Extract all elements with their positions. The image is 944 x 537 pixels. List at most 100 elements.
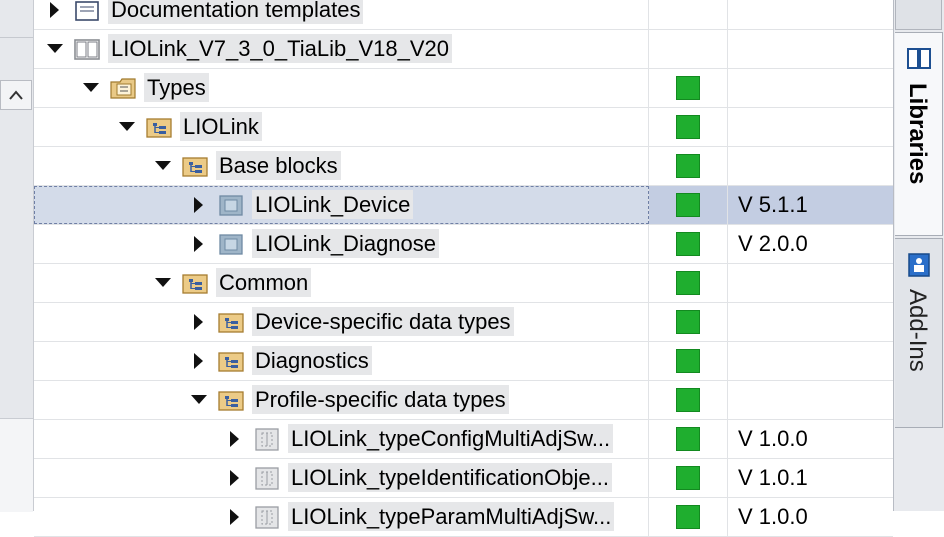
folder-icon: [180, 152, 210, 180]
left-lower-panel: [0, 418, 33, 512]
tree-name-cell[interactable]: LIOLink_typeConfigMultiAdjSw...: [34, 420, 649, 458]
tree-row[interactable]: LIOLink_Device V 5.1.1: [34, 186, 893, 225]
status-ok-icon: [676, 271, 700, 295]
tree-item-label: Common: [216, 268, 312, 297]
libraries-book-icon: [907, 48, 931, 69]
tree-row[interactable]: Types: [34, 69, 893, 108]
version-label: V 2.0.0: [738, 231, 808, 256]
tree-item-label: Profile-specific data types: [252, 385, 509, 414]
collapse-arrow-icon[interactable]: [190, 391, 208, 409]
version-cell: V 5.1.1: [728, 186, 893, 224]
expand-arrow-icon[interactable]: [190, 196, 208, 214]
version-label: V 1.0.0: [738, 426, 808, 451]
tree-row[interactable]: LIOLink: [34, 108, 893, 147]
library-tree: Documentation templates LIOLink_V7_3_0_Ti…: [34, 0, 893, 537]
status-ok-icon: [676, 505, 700, 529]
types-folder-icon: [108, 74, 138, 102]
version-label: V 1.0.1: [738, 465, 808, 490]
status-ok-icon: [676, 232, 700, 256]
status-cell: [649, 420, 728, 458]
tree-item-label: Types: [144, 73, 209, 102]
tree-name-cell[interactable]: LIOLink_typeParamMultiAdjSw...: [34, 498, 649, 536]
tree-name-cell[interactable]: Profile-specific data types: [34, 381, 649, 419]
tree-row[interactable]: Common: [34, 264, 893, 303]
status-cell: [649, 186, 728, 224]
status-cell: [649, 147, 728, 185]
task-card-tabs: Libraries Add-Ins: [893, 0, 944, 511]
tree-item-label: LIOLink_V7_3_0_TiaLib_V18_V20: [108, 34, 453, 63]
version-cell: V 2.0.0: [728, 225, 893, 263]
tree-row[interactable]: LIOLink_typeConfigMultiAdjSw... V 1.0.0: [34, 420, 893, 459]
left-panel-strip: [0, 0, 34, 512]
status-cell: [649, 225, 728, 263]
status-cell: [649, 381, 728, 419]
tree-row[interactable]: LIOLink_Diagnose V 2.0.0: [34, 225, 893, 264]
status-ok-icon: [676, 154, 700, 178]
tree-item-label: Base blocks: [216, 151, 341, 180]
tree-name-cell[interactable]: Base blocks: [34, 147, 649, 185]
scroll-up-button[interactable]: [0, 80, 32, 110]
tree-name-cell[interactable]: Device-specific data types: [34, 303, 649, 341]
tree-name-cell[interactable]: Types: [34, 69, 649, 107]
status-ok-icon: [676, 310, 700, 334]
tree-row[interactable]: LIOLink_typeParamMultiAdjSw... V 1.0.0: [34, 498, 893, 537]
folder-icon: [144, 113, 174, 141]
expand-arrow-icon[interactable]: [226, 469, 244, 487]
tree-name-cell[interactable]: LIOLink: [34, 108, 649, 146]
expand-arrow-icon[interactable]: [226, 430, 244, 448]
tree-row[interactable]: Documentation templates: [34, 0, 893, 30]
version-cell: [728, 264, 893, 302]
tree-name-cell[interactable]: LIOLink_Diagnose: [34, 225, 649, 263]
collapse-arrow-icon[interactable]: [154, 274, 172, 292]
tree-name-cell[interactable]: Common: [34, 264, 649, 302]
expand-arrow-icon[interactable]: [190, 313, 208, 331]
version-cell: V 1.0.0: [728, 498, 893, 536]
collapse-arrow-icon[interactable]: [154, 157, 172, 175]
status-cell: [649, 459, 728, 497]
status-ok-icon: [676, 427, 700, 451]
status-cell: [649, 30, 728, 68]
tree-row[interactable]: Base blocks: [34, 147, 893, 186]
folder-icon: [216, 347, 246, 375]
tab-add-ins[interactable]: Add-Ins: [895, 238, 943, 428]
collapse-arrow-icon[interactable]: [46, 40, 64, 58]
version-label: V 1.0.0: [738, 504, 808, 529]
tree-row[interactable]: LIOLink_V7_3_0_TiaLib_V18_V20: [34, 30, 893, 69]
version-cell: V 1.0.1: [728, 459, 893, 497]
expand-arrow-icon[interactable]: [46, 1, 64, 19]
version-cell: V 1.0.0: [728, 420, 893, 458]
chevron-up-icon: [9, 90, 23, 100]
version-cell: [728, 30, 893, 68]
tree-name-cell[interactable]: LIOLink_Device: [34, 186, 649, 224]
data-type-icon: [252, 464, 282, 492]
version-cell: [728, 0, 893, 29]
tab-stub[interactable]: [895, 0, 942, 30]
tree-item-label: LIOLink_typeIdentificationObje...: [288, 463, 612, 492]
tree-row[interactable]: Profile-specific data types: [34, 381, 893, 420]
status-cell: [649, 0, 728, 29]
tree-item-label: LIOLink_typeParamMultiAdjSw...: [288, 502, 615, 531]
expand-arrow-icon[interactable]: [190, 235, 208, 253]
tree-row[interactable]: LIOLink_typeIdentificationObje... V 1.0.1: [34, 459, 893, 498]
documentation-folder-icon: [72, 0, 102, 24]
version-cell: [728, 381, 893, 419]
status-cell: [649, 69, 728, 107]
tree-name-cell[interactable]: Diagnostics: [34, 342, 649, 380]
tree-row[interactable]: Device-specific data types: [34, 303, 893, 342]
tree-row[interactable]: Diagnostics: [34, 342, 893, 381]
collapse-arrow-icon[interactable]: [118, 118, 136, 136]
tree-name-cell[interactable]: LIOLink_V7_3_0_TiaLib_V18_V20: [34, 30, 649, 68]
version-label: V 5.1.1: [738, 192, 808, 217]
version-cell: [728, 147, 893, 185]
version-cell: [728, 303, 893, 341]
tree-name-cell[interactable]: Documentation templates: [34, 0, 649, 29]
folder-icon: [216, 308, 246, 336]
tree-item-label: LIOLink_Device: [252, 190, 414, 219]
status-ok-icon: [676, 76, 700, 100]
collapse-arrow-icon[interactable]: [82, 79, 100, 97]
tree-item-label: LIOLink_Diagnose: [252, 229, 440, 258]
tree-name-cell[interactable]: LIOLink_typeIdentificationObje...: [34, 459, 649, 497]
tab-libraries[interactable]: Libraries: [895, 32, 943, 236]
version-cell: [728, 342, 893, 380]
expand-arrow-icon[interactable]: [190, 352, 208, 370]
